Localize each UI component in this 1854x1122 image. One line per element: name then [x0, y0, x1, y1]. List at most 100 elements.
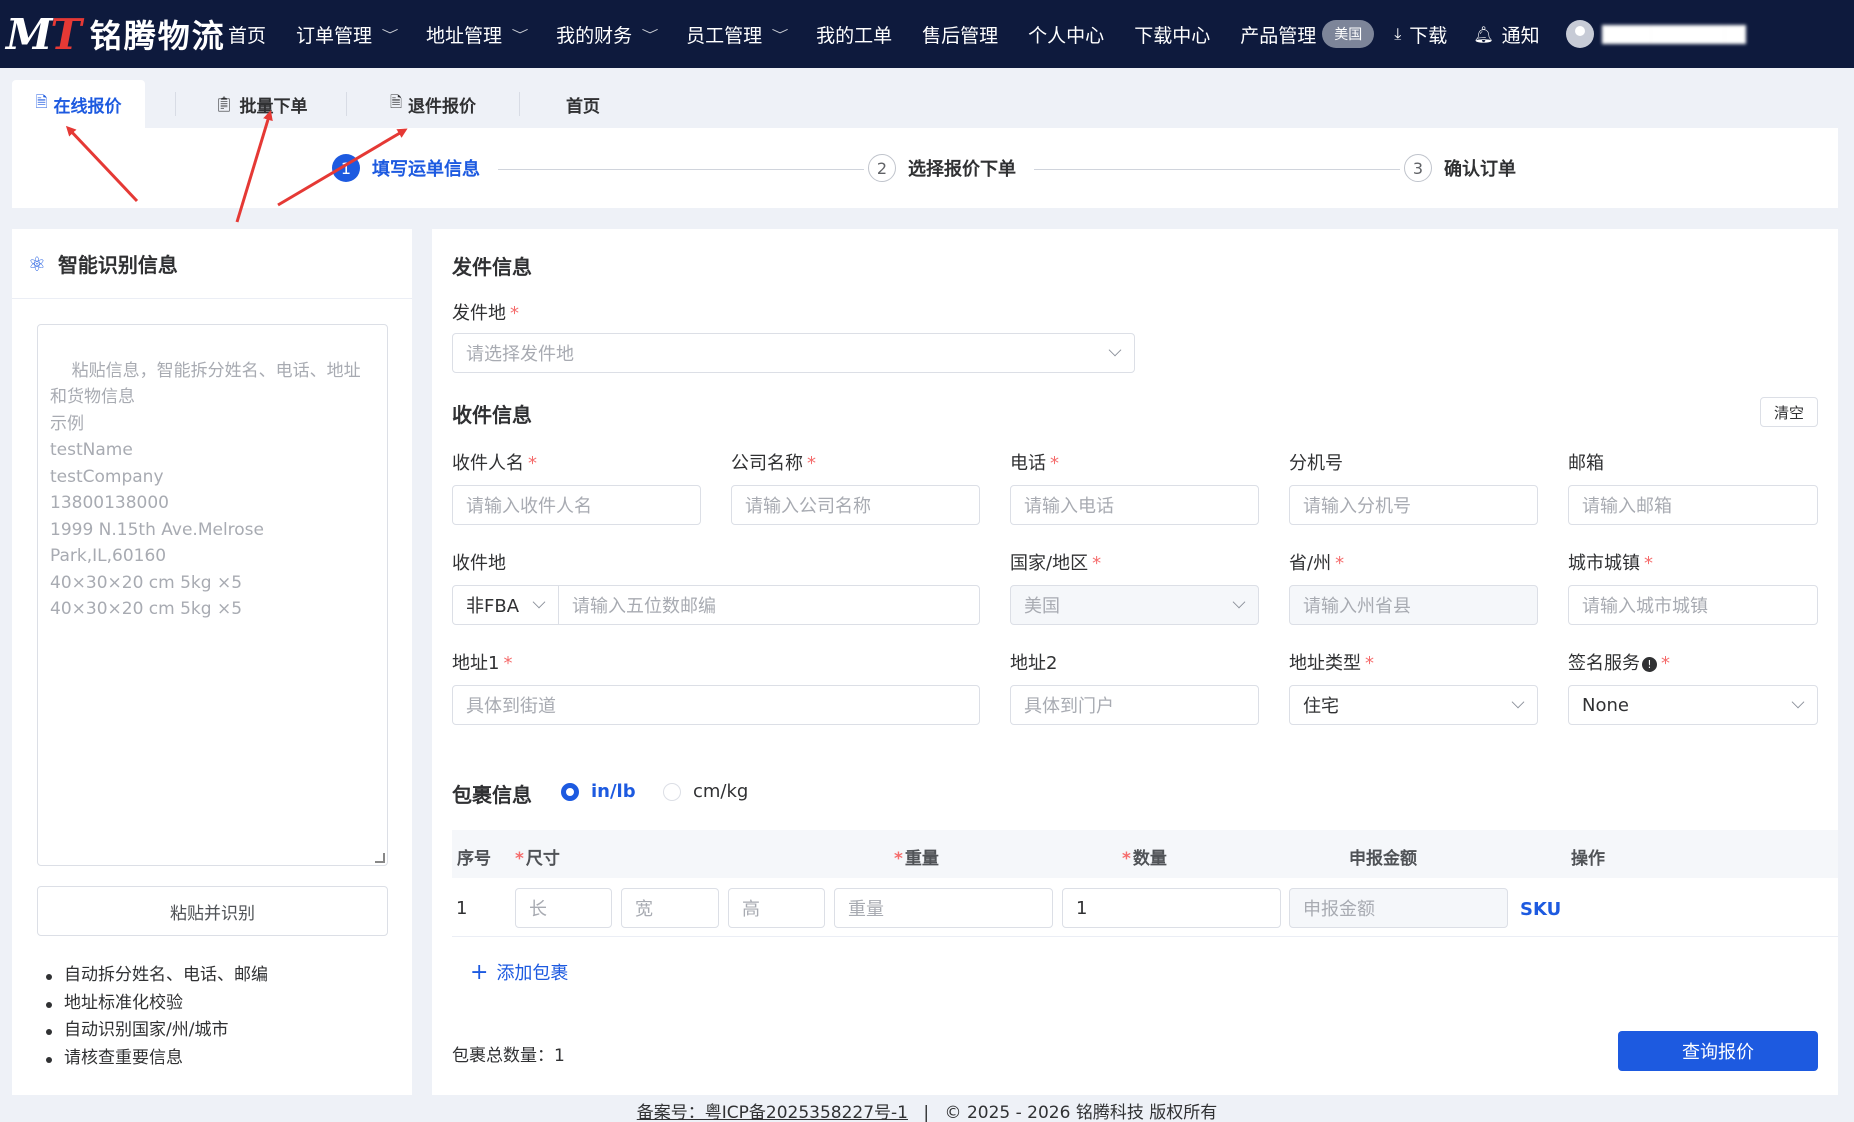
- button-label: 粘贴并识别: [170, 903, 255, 924]
- origin-select[interactable]: 请选择发件地: [452, 333, 1135, 373]
- nav-finance[interactable]: 我的财务 ﹀: [556, 0, 659, 68]
- icp-link[interactable]: 备案号：粤ICP备2025358227号-1: [637, 1103, 908, 1122]
- required-mark: *: [894, 849, 903, 869]
- clear-button[interactable]: 清空: [1760, 397, 1818, 427]
- label-text: 签名服务: [1568, 653, 1640, 674]
- width-input[interactable]: 宽: [621, 888, 719, 928]
- zipcode-input[interactable]: 请输入五位数邮编: [558, 585, 980, 625]
- radio-label: cm/kg: [693, 781, 749, 802]
- nav-address[interactable]: 地址管理 ﹀: [426, 0, 528, 68]
- avatar[interactable]: [1565, 20, 1594, 48]
- nav-label: 首页: [228, 24, 267, 47]
- package-total: 包裹总数量：1: [452, 1041, 565, 1066]
- list-item: 地址标准化校验: [46, 990, 268, 1018]
- select-value: 非FBA: [466, 596, 520, 617]
- notify-button[interactable]: 🔔︎ 通知: [1473, 21, 1539, 48]
- extension-input[interactable]: 请输入分机号: [1289, 485, 1538, 525]
- nav-products[interactable]: 产品管理 美国: [1240, 0, 1375, 68]
- nav-aftersales[interactable]: 售后管理: [922, 0, 998, 68]
- tab-label: 退件报价: [408, 96, 477, 117]
- download-button[interactable]: ⤓ 下载: [1394, 21, 1447, 48]
- nav-label: 我的财务: [556, 24, 633, 47]
- nav-right: ⤓ 下载 🔔︎ 通知 ██████████████: [1394, 0, 1746, 68]
- resize-handle[interactable]: [375, 853, 385, 863]
- required-mark: *: [1661, 653, 1670, 674]
- input-placeholder: 具体到街道: [466, 696, 556, 717]
- city-input[interactable]: 请输入城市城镇: [1568, 585, 1818, 625]
- chevron-down-icon: [1108, 343, 1122, 357]
- region-badge[interactable]: 美国: [1322, 20, 1375, 48]
- package-table-header: 序号 * 尺寸 * 重量 * 数量 申报金额 操作: [452, 830, 1838, 878]
- chevron-down-icon: ﹀: [641, 27, 659, 42]
- address-type-select[interactable]: 住宅: [1289, 685, 1538, 725]
- smart-recognition-panel: ⚛ 智能识别信息 粘贴信息，智能拆分姓名、电话、地址和货物信息 示例 testN…: [12, 229, 412, 1095]
- smart-paste-textarea[interactable]: 粘贴信息，智能拆分姓名、电话、地址和货物信息 示例 testName testC…: [37, 324, 388, 866]
- chevron-down-icon: [1511, 695, 1525, 709]
- length-input[interactable]: 长: [515, 888, 612, 928]
- country-select[interactable]: 美国: [1010, 585, 1259, 625]
- brand-logo[interactable]: MT 铭腾物流: [6, 10, 228, 59]
- logo-mark: MT: [6, 9, 82, 59]
- page-footer: 备案号：粤ICP备2025358227号-1 | © 2025 - 2026 铭…: [0, 1098, 1854, 1122]
- button-label: 清空: [1773, 403, 1804, 422]
- list-item: 自动识别国家/州/城市: [46, 1017, 268, 1045]
- list-item: 请核查重要信息: [46, 1045, 268, 1073]
- destination-type-select[interactable]: 非FBA: [452, 585, 559, 625]
- chevron-down-icon: [1791, 695, 1805, 709]
- input-placeholder: 长: [529, 899, 547, 920]
- tab-home[interactable]: 首页: [520, 80, 646, 128]
- textarea-placeholder: 粘贴信息，智能拆分姓名、电话、地址和货物信息 示例 testName testC…: [50, 360, 361, 620]
- user-name[interactable]: ██████████████: [1602, 25, 1746, 44]
- select-value: 住宅: [1303, 696, 1339, 717]
- footer-separator: |: [923, 1103, 930, 1122]
- plus-icon: +: [470, 959, 489, 985]
- company-input[interactable]: 请输入公司名称: [731, 485, 980, 525]
- button-label: 查询报价: [1682, 1042, 1754, 1063]
- address-type-label: 地址类型 *: [1289, 649, 1374, 675]
- nav-tickets[interactable]: 我的工单: [816, 0, 892, 68]
- total-value: 1: [554, 1046, 565, 1066]
- declared-value-input[interactable]: 申报金额: [1289, 888, 1508, 928]
- signature-select[interactable]: None: [1568, 685, 1818, 725]
- unit-radio-cmkg[interactable]: cm/kg: [663, 781, 748, 802]
- nav-label: 售后管理: [922, 24, 999, 47]
- quantity-input[interactable]: 1: [1062, 888, 1281, 928]
- email-input[interactable]: 请输入邮箱: [1568, 485, 1818, 525]
- nav-staff[interactable]: 员工管理 ﹀: [686, 0, 789, 68]
- height-input[interactable]: 高: [728, 888, 825, 928]
- nav-downloads[interactable]: 下载中心: [1134, 0, 1210, 68]
- nav-label: 下载中心: [1134, 24, 1211, 47]
- input-placeholder: 请输入五位数邮编: [572, 596, 716, 617]
- step-number: 2: [868, 154, 896, 182]
- address1-input[interactable]: 具体到街道: [452, 685, 980, 725]
- input-placeholder: 请输入州省县: [1303, 596, 1411, 617]
- state-input[interactable]: 请输入州省县: [1289, 585, 1538, 625]
- required-mark: *: [1335, 553, 1345, 574]
- phone-label: 电话 *: [1010, 449, 1059, 475]
- column-header: 序号: [457, 849, 491, 869]
- phone-input[interactable]: 请输入电话: [1010, 485, 1259, 525]
- chevron-down-icon: ﹀: [381, 27, 399, 42]
- sku-link[interactable]: SKU: [1520, 899, 1561, 920]
- top-navbar: MT 铭腾物流 首页 订单管理 ﹀ 地址管理 ﹀ 我的财务 ﹀ 员工管理 ﹀ 我的工单 …: [0, 0, 1854, 68]
- tab-batch-order[interactable]: 📋︎ 批量下单: [176, 80, 346, 128]
- address2-input[interactable]: 具体到门户: [1010, 685, 1259, 725]
- add-package-button[interactable]: + 添加包裹: [470, 959, 568, 985]
- panel-title: 智能识别信息: [57, 253, 178, 277]
- nav-orders[interactable]: 订单管理 ﹀: [296, 0, 399, 68]
- clipboard-icon: 📋︎: [214, 95, 234, 113]
- query-quote-button[interactable]: 查询报价: [1618, 1031, 1818, 1071]
- step-label: 选择报价下单: [908, 159, 1016, 180]
- info-icon[interactable]: !: [1642, 657, 1657, 672]
- column-header: 操作: [1571, 849, 1605, 869]
- nav-home[interactable]: 首页: [228, 0, 266, 68]
- tab-online-quote[interactable]: 🗎 在线报价: [12, 80, 145, 128]
- weight-input[interactable]: 重量: [834, 888, 1053, 928]
- tab-return-quote[interactable]: 🗎 退件报价: [347, 80, 519, 128]
- main-nav: 首页 订单管理 ﹀ 地址管理 ﹀ 我的财务 ﹀ 员工管理 ﹀ 我的工单 售后管理 个人中…: [228, 0, 1394, 68]
- recipient-name-input[interactable]: 请输入收件人名: [452, 485, 701, 525]
- unit-radio-inlb[interactable]: in/lb: [561, 781, 636, 802]
- chevron-down-icon: ﹀: [771, 27, 789, 42]
- paste-recognize-button[interactable]: 粘贴并识别: [37, 886, 388, 936]
- nav-profile[interactable]: 个人中心: [1028, 0, 1104, 68]
